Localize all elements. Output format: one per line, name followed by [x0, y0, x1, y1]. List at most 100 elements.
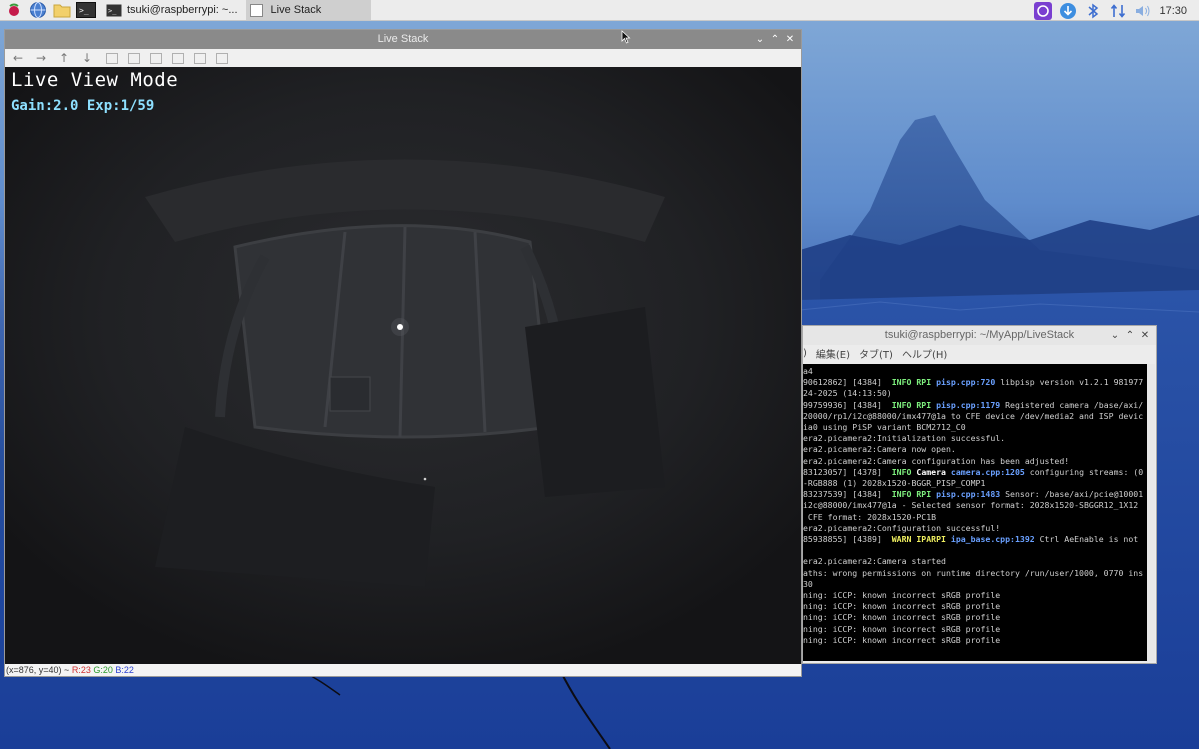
browser-globe-icon[interactable] — [28, 1, 48, 19]
terminal-line: 85938855] [4389] WARN IPARPI ipa_base.cp… — [803, 534, 1148, 545]
terminal-text: ning: iCCP: known incorrect sRGB profile — [803, 612, 1001, 623]
minimize-icon[interactable]: ⌄ — [1108, 329, 1122, 343]
red-value: R:23 — [71, 665, 91, 675]
maximize-icon[interactable]: ⌃ — [1123, 329, 1137, 343]
terminal-text: CFE format: 2028x1520-PC1B — [803, 511, 937, 522]
terminal-line: aths: wrong permissions on runtime direc… — [803, 568, 1148, 579]
live-view-mode-label: Live View Mode — [11, 69, 179, 91]
terminal-line: ning: iCCP: known incorrect sRGB profile — [803, 590, 1148, 601]
menu-item-file[interactable]: ) — [803, 348, 807, 359]
mouse-pointer-icon — [621, 30, 631, 44]
terminal-icon[interactable]: >_ — [76, 1, 96, 19]
terminal-text: pisp.cpp:720 — [936, 377, 996, 388]
taskbar-task-terminal[interactable]: >_ tsuki@raspberrypi: ~... — [102, 0, 242, 20]
terminal-text: 30 — [803, 578, 813, 589]
svg-text:>_: >_ — [108, 7, 117, 15]
menu-item-tabs[interactable]: タブ(T) — [859, 346, 893, 361]
cursor-coords: (x=876, y=40) ~ — [6, 665, 70, 675]
zoom-in-icon[interactable] — [128, 52, 140, 64]
terminal-text: 83123057] [4378] — [803, 466, 892, 477]
terminal-text: INFO RPI — [891, 489, 937, 500]
terminal-text: -RGB888 (1) 2028x1520-BGGR_PISP_COMP1 — [803, 478, 986, 489]
down-arrow-icon[interactable]: ↓ — [78, 50, 96, 66]
up-arrow-icon[interactable]: ↑ — [55, 50, 73, 66]
terminal-text: i2c@88000/imx477@1a - Selected sensor fo… — [803, 500, 1139, 511]
properties-icon[interactable] — [216, 52, 228, 64]
terminal-text: aths: wrong permissions on runtime direc… — [803, 567, 1144, 578]
file-manager-folder-icon[interactable] — [52, 1, 72, 19]
camera-live-view[interactable]: Live View Mode Gain:2.0 Exp:1/59 — [5, 67, 801, 665]
terminal-text: era2.picamera2:Camera configuration has … — [803, 455, 1070, 466]
terminal-text: 83237539] [4384] — [803, 489, 892, 500]
download-update-icon[interactable] — [1059, 2, 1077, 20]
terminal-text: INFO RPI — [891, 377, 937, 388]
terminal-line: ia0 using PiSP variant BCM2712_C0 — [803, 422, 1148, 433]
taskbar-task-label: Live Stack — [270, 4, 322, 16]
save-icon[interactable] — [172, 52, 184, 64]
terminal-text: 90612862] [4384] — [803, 377, 892, 388]
blue-value: B:22 — [115, 665, 134, 675]
zoom-out-icon[interactable] — [150, 52, 162, 64]
terminal-text: 20000/rp1/i2c@88000/imx477@1a to CFE dev… — [803, 410, 1144, 421]
copy-icon[interactable] — [194, 52, 206, 64]
window-titlebar[interactable]: Live Stack ⌄ ⌃ ✕ — [5, 30, 801, 49]
terminal-text: era2.picamera2:Camera now open. — [803, 444, 956, 455]
terminal-window[interactable]: tsuki@raspberrypi: ~/MyApp/LiveStack ⌄ ⌃… — [802, 325, 1157, 664]
window-title: Live Stack — [377, 33, 429, 45]
close-icon[interactable]: ✕ — [1138, 329, 1152, 343]
terminal-text: INFO RPI — [891, 399, 937, 410]
terminal-text: Camera — [916, 466, 951, 477]
terminal-text: WARN IPARPI — [891, 534, 951, 545]
green-value: G:20 — [93, 665, 113, 675]
taskbar: >_ >_ tsuki@raspberrypi: ~... Live Stack… — [0, 0, 1199, 21]
bluetooth-icon[interactable] — [1084, 2, 1102, 20]
forward-arrow-icon[interactable]: → — [32, 50, 50, 66]
zoom-fit-icon[interactable] — [106, 52, 118, 64]
terminal-text: ning: iCCP: known incorrect sRGB profile — [803, 634, 1001, 645]
minimize-icon[interactable]: ⌄ — [753, 33, 767, 47]
taskbar-task-live-stack[interactable]: Live Stack — [245, 0, 371, 20]
terminal-text: Sensor: /base/axi/pcie@10001 — [1000, 489, 1144, 500]
terminal-line: 83237539] [4384] INFO RPI pisp.cpp:1483 … — [803, 489, 1148, 500]
terminal-text: era2.picamera2:Initialization successful… — [803, 433, 1006, 444]
terminal-line: 20000/rp1/i2c@88000/imx477@1a to CFE dev… — [803, 411, 1148, 422]
raspberry-menu-icon[interactable] — [4, 1, 24, 19]
network-arrows-icon[interactable] — [1109, 2, 1127, 20]
app-tray-icon[interactable] — [1034, 1, 1053, 20]
volume-icon[interactable] — [1134, 2, 1152, 20]
maximize-icon[interactable]: ⌃ — [768, 33, 782, 47]
terminal-line: CFE format: 2028x1520-PC1B — [803, 512, 1148, 523]
window-title: tsuki@raspberrypi: ~/MyApp/LiveStack — [884, 329, 1075, 341]
terminal-text: Ctrl AeEnable is not — [1034, 534, 1139, 545]
live-stack-window[interactable]: Live Stack ⌄ ⌃ ✕ ← → ↑ ↓ Live View Mode … — [4, 29, 802, 677]
terminal-text: ning: iCCP: known incorrect sRGB profile — [803, 601, 1001, 612]
clock[interactable]: 17:30 — [1159, 5, 1187, 17]
terminal-text: era2.picamera2:Camera started — [803, 556, 946, 567]
menu-item-help[interactable]: ヘルプ(H) — [902, 346, 947, 361]
taskbar-task-label: tsuki@raspberrypi: ~... — [127, 4, 238, 16]
window-controls: ⌄ ⌃ ✕ — [752, 30, 797, 49]
terminal-icon: >_ — [106, 4, 122, 16]
window-icon — [249, 3, 263, 17]
svg-text:>_: >_ — [79, 6, 89, 15]
window-titlebar[interactable]: tsuki@raspberrypi: ~/MyApp/LiveStack ⌄ ⌃… — [803, 326, 1156, 345]
back-arrow-icon[interactable]: ← — [9, 50, 27, 66]
terminal-line: era2.picamera2:Configuration successful! — [803, 523, 1148, 534]
terminal-text: 99759936] [4384] — [803, 399, 892, 410]
terminal-text: configuring streams: (0 — [1024, 466, 1144, 477]
terminal-line: i2c@88000/imx477@1a - Selected sensor fo… — [803, 500, 1148, 511]
system-tray: 17:30 — [1034, 0, 1199, 21]
terminal-text: ipa_base.cpp:1392 — [950, 534, 1035, 545]
terminal-line: a4 — [803, 366, 1148, 377]
terminal-line: -RGB888 (1) 2028x1520-BGGR_PISP_COMP1 — [803, 478, 1148, 489]
terminal-scrollbar[interactable] — [1147, 364, 1155, 661]
menu-item-edit[interactable]: 編集(E) — [816, 346, 850, 361]
terminal-menubar: ) 編集(E) タブ(T) ヘルプ(H) — [803, 345, 1156, 362]
terminal-text: a4 — [803, 366, 813, 376]
terminal-line: era2.picamera2:Camera now open. — [803, 444, 1148, 455]
terminal-text: ia0 using PiSP variant BCM2712_C0 — [803, 422, 966, 433]
terminal-text: 24-2025 (14:13:50) — [803, 388, 892, 399]
close-icon[interactable]: ✕ — [783, 33, 797, 47]
terminal-output[interactable]: a4 90612862] [4384] INFO RPI pisp.cpp:720… — [803, 364, 1148, 661]
